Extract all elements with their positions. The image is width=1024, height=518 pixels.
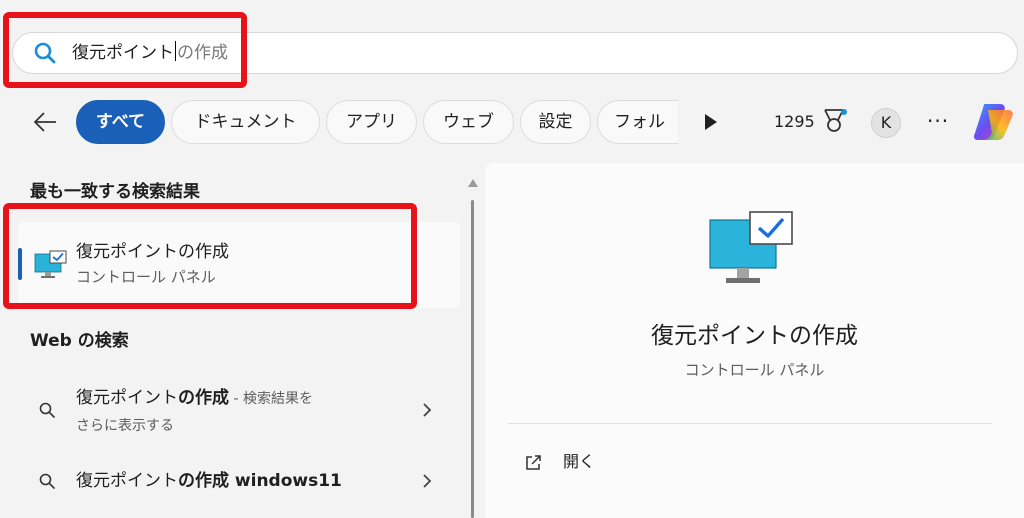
tab-folders[interactable]: フォル bbox=[597, 100, 678, 144]
tab-documents[interactable]: ドキュメント bbox=[171, 100, 320, 144]
web-result-2-bold: の作成 windows11 bbox=[178, 471, 342, 491]
copilot-icon[interactable] bbox=[970, 100, 1016, 144]
web-result-2[interactable]: 復元ポイントの作成 windows11 bbox=[76, 469, 342, 493]
highlight-box-search bbox=[3, 12, 247, 88]
preview-divider bbox=[508, 423, 992, 424]
preview-subtitle: コントロール パネル bbox=[684, 361, 825, 379]
open-action[interactable]: 開く bbox=[563, 451, 595, 473]
back-arrow-icon[interactable] bbox=[30, 107, 60, 137]
search-icon bbox=[39, 402, 55, 418]
rewards-icon[interactable] bbox=[820, 106, 848, 136]
web-result-1-query: 復元ポイント bbox=[76, 388, 178, 408]
system-restore-icon bbox=[709, 211, 793, 283]
web-result-1-line2: さらに表示する bbox=[76, 418, 174, 434]
avatar[interactable]: K bbox=[871, 108, 901, 138]
scroll-up-arrow[interactable] bbox=[467, 178, 479, 188]
tab-apps[interactable]: アプリ bbox=[326, 100, 417, 144]
search-icon bbox=[39, 473, 55, 489]
web-result-2-query: 復元ポイント bbox=[76, 471, 178, 491]
highlight-box-result bbox=[3, 203, 417, 309]
more-options-icon[interactable]: ··· bbox=[927, 111, 949, 131]
tab-web[interactable]: ウェブ bbox=[423, 100, 514, 144]
open-external-icon[interactable] bbox=[524, 454, 542, 472]
web-result-1[interactable]: 復元ポイントの作成 - 検索結果を bbox=[76, 386, 313, 411]
play-icon[interactable] bbox=[703, 113, 719, 131]
best-match-heading: 最も一致する検索結果 bbox=[30, 182, 200, 202]
chevron-right-icon[interactable] bbox=[421, 402, 433, 418]
rewards-points: 1295 bbox=[774, 112, 815, 131]
preview-title: 復元ポイントの作成 bbox=[651, 323, 858, 349]
tab-settings[interactable]: 設定 bbox=[520, 100, 591, 144]
scrollbar-thumb[interactable] bbox=[471, 200, 474, 518]
web-result-1-bold: の作成 bbox=[178, 388, 229, 408]
web-search-heading: Web の検索 bbox=[30, 331, 129, 351]
web-result-1-suffix: - 検索結果を bbox=[229, 391, 313, 407]
tab-all[interactable]: すべて bbox=[76, 100, 165, 144]
chevron-right-icon[interactable] bbox=[421, 473, 433, 489]
